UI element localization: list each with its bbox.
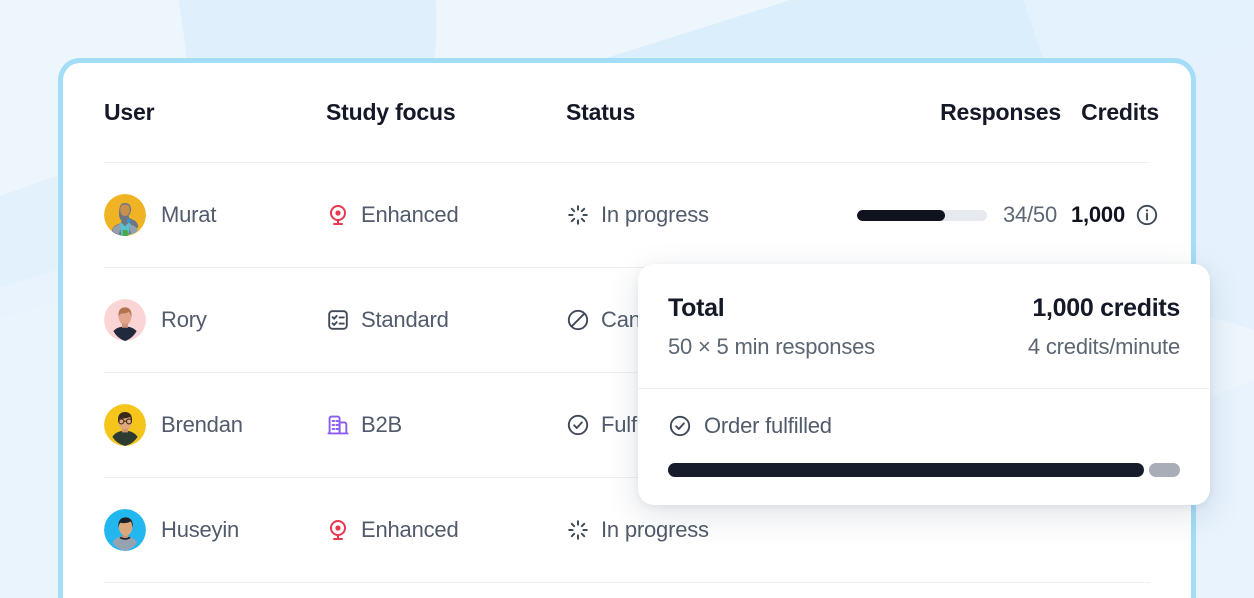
table-row[interactable]: Murat Enhanced In progress 34/50 1,000 [104,163,1158,268]
study-focus-cell: Enhanced [326,202,566,228]
column-header-status[interactable]: Status [566,99,781,126]
credits-value: 1,000 [1070,202,1125,227]
status-label: In progress [601,517,709,542]
credits-tooltip-popover: Total 1,000 credits 50 × 5 min responses… [638,264,1210,505]
credits-cell: 1,000 [1061,202,1159,228]
popover-status-label: Order fulfilled [704,413,832,438]
status-label: In progress [601,202,709,227]
user-name: Murat [161,202,217,227]
popover-progress-fill [668,463,1145,477]
popover-status-row: Order fulfilled [668,413,1180,439]
column-header-user[interactable]: User [104,99,326,126]
user-cell: Murat [104,194,326,236]
user-name: Rory [161,307,207,332]
study-focus-label: B2B [361,412,402,437]
popover-total-value: 1,000 credits [1032,294,1180,322]
popover-total-line: Total 1,000 credits [668,294,1180,323]
user-cell: Brendan [104,404,326,446]
popover-breakdown-line: 50 × 5 min responses 4 credits/minute [668,334,1180,360]
responses-count: 34/50 [1002,202,1057,227]
spinner-icon [568,205,588,225]
study-focus-cell: B2B [326,412,566,438]
status-cell: In progress [566,202,781,228]
popover-breakdown-right: 4 credits/minute [1027,334,1180,359]
study-focus-cell: Standard [326,307,566,333]
webcam-icon [330,520,346,540]
study-focus-label: Enhanced [361,202,459,227]
column-header-responses[interactable]: Responses [781,99,1061,126]
column-header-credits[interactable]: Credits [1061,99,1159,126]
popover-breakdown-left: 50 × 5 min responses [668,334,875,359]
avatar [104,299,146,341]
cancel-icon [567,309,589,331]
study-focus-label: Enhanced [361,517,459,542]
study-focus-cell: Enhanced [326,517,566,543]
status-cell: In progress [566,517,781,543]
user-cell: Huseyin [104,509,326,551]
avatar [104,404,146,446]
popover-status-section: Order fulfilled [638,389,1210,505]
building-icon [327,415,349,435]
avatar [104,194,146,236]
popover-progress-remainder [1149,463,1180,477]
study-focus-label: Standard [361,307,449,332]
user-name: Huseyin [161,517,240,542]
popover-total-label: Total [668,294,725,322]
spinner-icon [568,520,588,540]
info-icon[interactable] [1135,203,1159,227]
popover-summary-section: Total 1,000 credits 50 × 5 min responses… [638,264,1210,389]
user-cell: Rory [104,299,326,341]
column-header-study-focus[interactable]: Study focus [326,99,566,126]
webcam-icon [330,205,346,225]
user-name: Brendan [161,412,243,437]
survey-form-icon [328,310,348,330]
avatar [104,509,146,551]
check-circle-icon [669,415,691,437]
check-circle-icon [567,414,589,436]
responses-cell: 34/50 [781,202,1061,228]
table-header-row: User Study focus Status Responses Credit… [104,63,1159,163]
popover-progress-bar [668,463,1180,477]
responses-progress-bar [856,209,987,221]
responses-progress-fill [856,209,946,221]
